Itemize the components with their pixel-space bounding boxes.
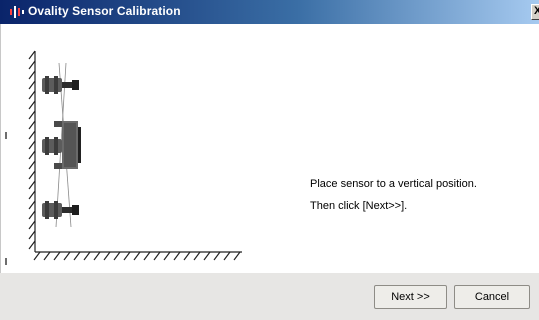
title-bar[interactable]: Ovality Sensor Calibration X: [0, 0, 539, 24]
sensor-middle: [42, 121, 81, 169]
instruction-line-1: Place sensor to a vertical position.: [310, 178, 477, 190]
wall-hatching: [28, 50, 36, 252]
next-button[interactable]: Next >>: [374, 285, 447, 309]
border-mark: [5, 258, 7, 265]
calibration-dialog: Ovality Sensor Calibration X: [0, 0, 539, 320]
sensor-top: [42, 76, 79, 94]
floor-hatching: [33, 251, 242, 261]
window-title: Ovality Sensor Calibration: [28, 4, 181, 18]
close-button[interactable]: X: [531, 4, 539, 20]
left-border: [0, 24, 1, 273]
instruction-text: Place sensor to a vertical position. The…: [310, 173, 477, 217]
vertical-sensor-position-illustration: [28, 50, 242, 261]
border-mark: [5, 132, 7, 139]
instruction-line-2: Then click [Next>>].: [310, 200, 408, 212]
close-icon: X: [534, 5, 539, 17]
cancel-button[interactable]: Cancel: [454, 285, 530, 309]
sensor-bottom: [42, 201, 79, 219]
ovality-app-icon: [10, 6, 24, 18]
